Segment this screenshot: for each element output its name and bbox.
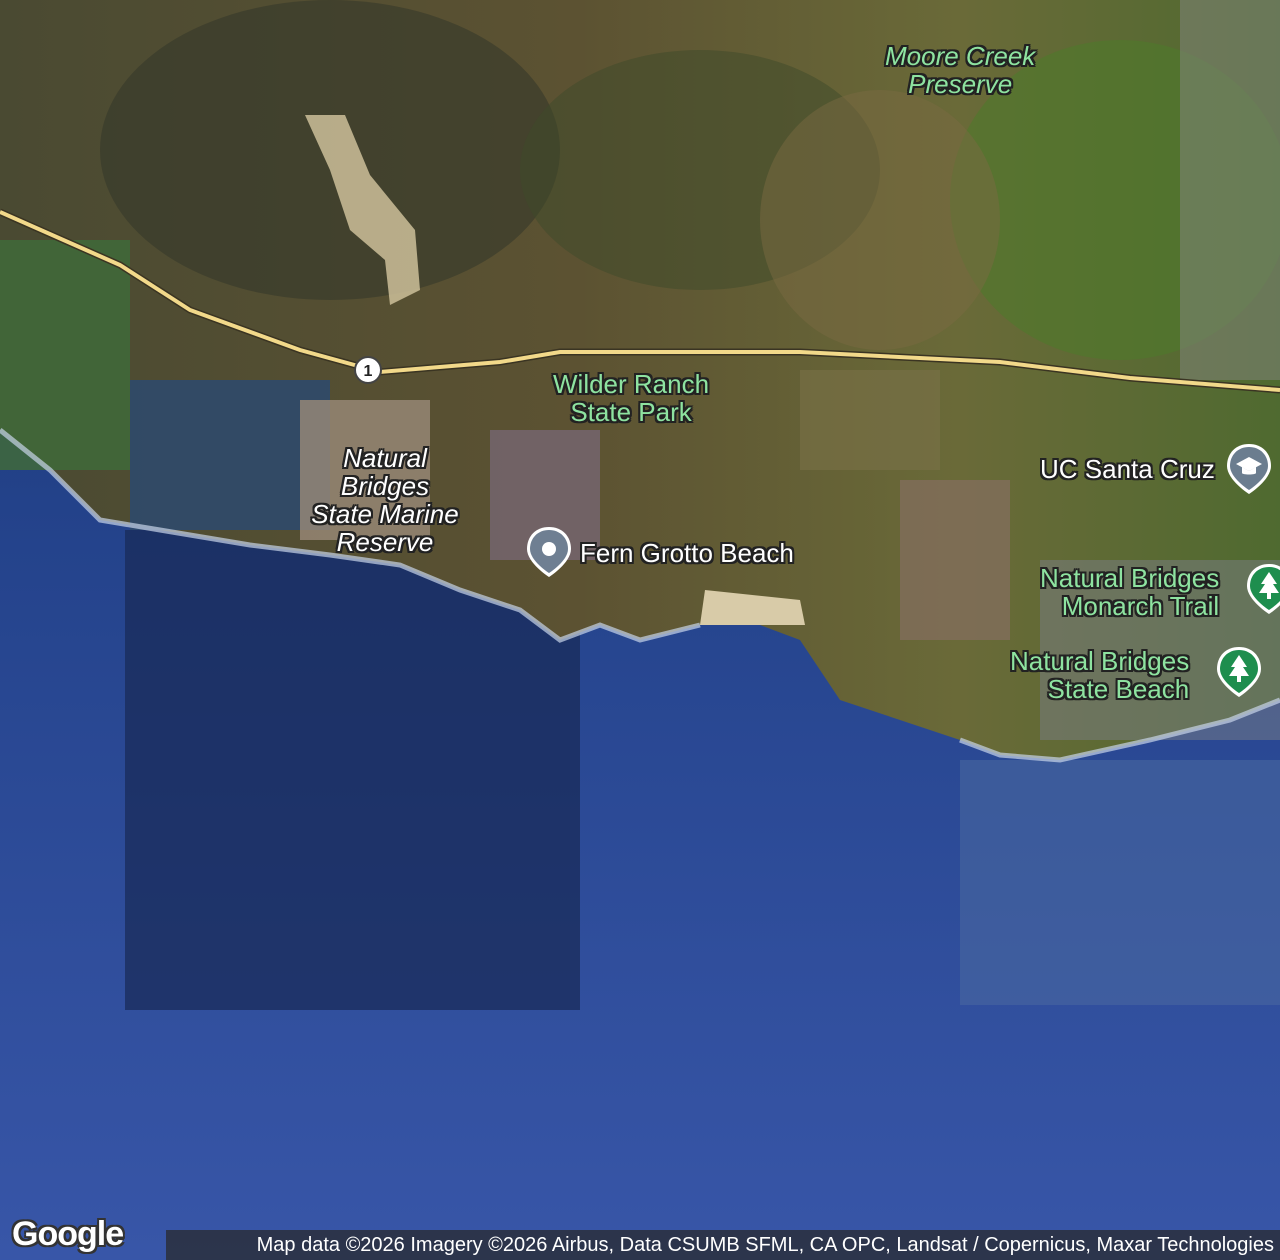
map-attribution[interactable]: Map data ©2026 Imagery ©2026 Airbus, Dat… [166, 1230, 1280, 1260]
route-1-shield: 1 [354, 356, 382, 384]
label-fern-grotto-beach[interactable]: Fern Grotto Beach [580, 539, 794, 567]
hill-brown [760, 90, 1000, 350]
town-area [1180, 0, 1280, 380]
label-moore-creek-preserve[interactable]: Moore Creek Preserve [885, 42, 1035, 98]
place-pin-icon[interactable] [524, 525, 574, 579]
satellite-map[interactable] [0, 0, 1280, 1260]
farm-fields [0, 240, 130, 470]
farm-fields [900, 480, 1010, 640]
label-uc-santa-cruz[interactable]: UC Santa Cruz [1040, 455, 1215, 483]
label-natural-bridges-state-beach[interactable]: Natural Bridges State Beach [1010, 647, 1189, 703]
label-natural-bridges-monarch-trail[interactable]: Natural Bridges Monarch Trail [1040, 564, 1219, 620]
label-natural-bridges-state-marine-reserve[interactable]: Natural Bridges State Marine Reserve [305, 444, 465, 556]
google-logo: Google [12, 1215, 124, 1253]
ocean-tile-light [960, 760, 1280, 1005]
farm-fields [800, 370, 940, 470]
graduation-cap-icon[interactable] [1224, 442, 1274, 496]
tree-icon[interactable] [1214, 645, 1264, 699]
label-wilder-ranch-state-park[interactable]: Wilder Ranch State Park [553, 370, 709, 426]
tree-icon[interactable] [1244, 562, 1280, 616]
